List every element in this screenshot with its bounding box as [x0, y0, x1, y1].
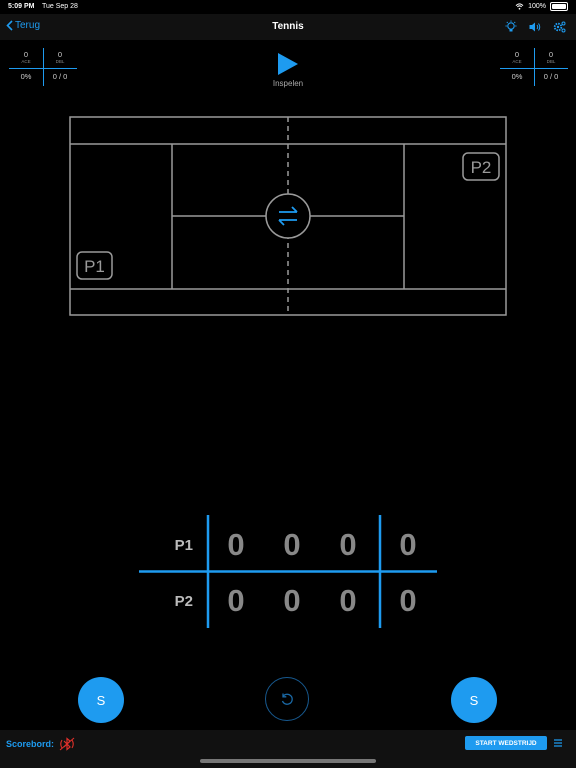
stat-dbl-label: DBL	[55, 59, 65, 64]
stat-dbl-label: DBL	[546, 59, 556, 64]
score-row-p2-player: P2	[175, 593, 193, 610]
score-cell: 0	[283, 527, 300, 562]
score-cell: 0	[399, 527, 416, 562]
status-date: Tue Sep 28	[42, 3, 78, 10]
serve-left-button[interactable]: S	[78, 677, 124, 723]
p1-court-label: P1	[84, 257, 105, 276]
stat-dbl-value: 0	[57, 50, 63, 59]
score-cell: 0	[283, 583, 300, 618]
settings-icon[interactable]	[552, 20, 566, 34]
status-right: 100%	[515, 2, 568, 11]
play-icon[interactable]	[277, 52, 299, 76]
score-cell: 0	[339, 583, 356, 618]
score-cell: 0	[227, 527, 244, 562]
wifi-icon	[515, 3, 524, 10]
start-match-button[interactable]: START WEDSTRIJD	[465, 736, 547, 750]
stat-ace-label: ACE	[512, 59, 522, 64]
battery-icon	[550, 2, 568, 11]
score-row-p1-player: P1	[175, 537, 193, 554]
p2-court-label: P2	[471, 158, 492, 177]
bluetooth-disconnected-icon[interactable]	[59, 737, 75, 751]
home-indicator	[200, 759, 376, 763]
status-time: 5:09 PM	[8, 3, 35, 10]
score-cell: 0	[339, 527, 356, 562]
score-cell: 0	[227, 583, 244, 618]
nav-bar: Terug Tennis	[0, 14, 576, 40]
stat-ace-label: ACE	[21, 59, 31, 64]
scoreboard-label: Scorebord:	[6, 739, 55, 749]
serve-right-button[interactable]: S	[451, 677, 497, 723]
undo-button[interactable]	[265, 677, 309, 721]
tennis-court: P1 P2	[69, 116, 507, 316]
page-title: Tennis	[272, 21, 304, 32]
nav-actions	[504, 20, 566, 34]
score-cell: 0	[399, 583, 416, 618]
battery-percent: 100%	[528, 3, 546, 10]
undo-icon	[281, 693, 293, 705]
stat-ace-value: 0	[514, 50, 520, 59]
menu-icon[interactable]	[553, 738, 563, 748]
scoreboard-grid: P1 P2 0 0 0 0 0 0 0 0	[139, 515, 437, 628]
speaker-icon[interactable]	[528, 20, 542, 34]
stat-ace-value: 0	[23, 50, 29, 59]
lightbulb-icon[interactable]	[504, 20, 518, 34]
status-bar: 5:09 PM Tue Sep 28 100%	[0, 0, 576, 14]
warmup-label: Inspelen	[272, 79, 304, 88]
stat-dbl-value: 0	[548, 50, 554, 59]
swap-sides-button[interactable]	[265, 193, 311, 239]
